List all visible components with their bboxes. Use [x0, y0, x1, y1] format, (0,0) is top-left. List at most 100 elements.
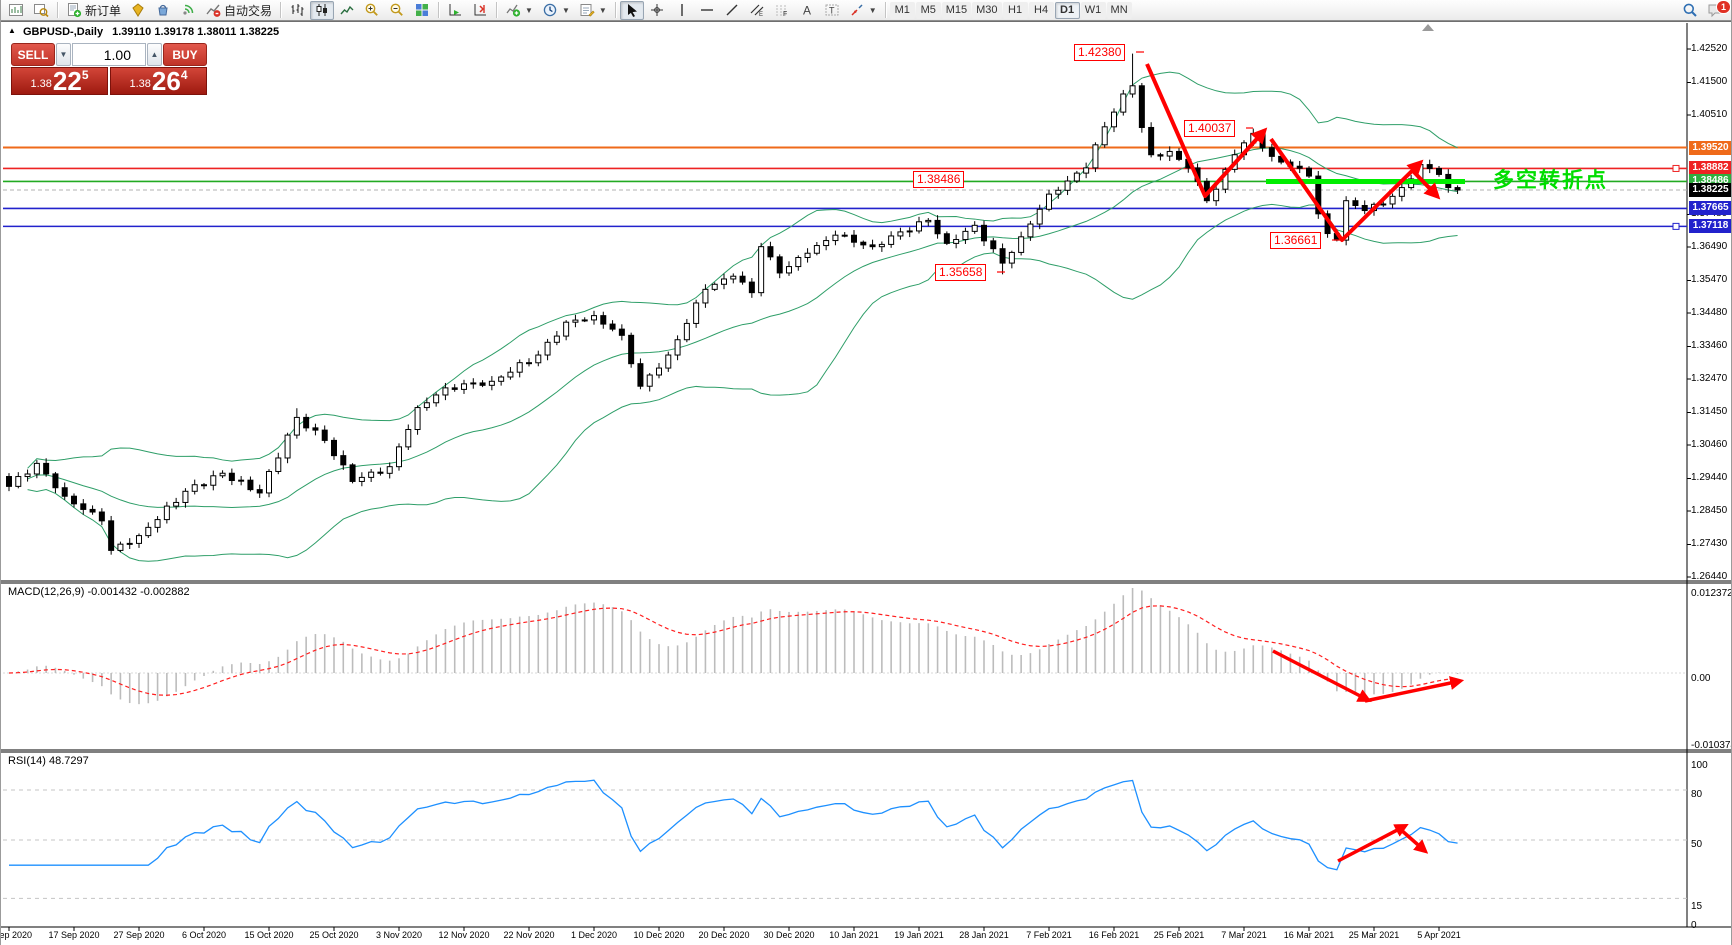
- mt4-window: 新订单 自动交易: [0, 0, 1732, 945]
- arrows-tool-icon: [849, 2, 865, 18]
- text-button[interactable]: A: [795, 1, 819, 20]
- trendline-icon: [724, 2, 740, 18]
- buy-price-pip: 4: [181, 68, 188, 82]
- candlestick-chart-button[interactable]: [310, 1, 334, 20]
- new-order-button[interactable]: 新订单: [62, 1, 125, 20]
- buy-button[interactable]: BUY: [163, 43, 207, 66]
- templates-button[interactable]: ▼: [575, 1, 611, 20]
- toolbar: 新订单 自动交易: [1, 0, 1731, 21]
- bar-chart-icon: [289, 2, 305, 18]
- timeframe-m1[interactable]: M1: [890, 2, 915, 19]
- profiles-icon: [33, 2, 49, 18]
- metaeditor-button[interactable]: [126, 1, 150, 20]
- timeframe-m30[interactable]: M30: [972, 2, 1001, 19]
- zoom-out-button[interactable]: [385, 1, 409, 20]
- cursor-button[interactable]: [620, 1, 644, 20]
- text-icon: A: [799, 2, 815, 18]
- buy-price-prefix: 1.38: [129, 78, 150, 90]
- equidistant-channel-icon: E: [749, 2, 765, 18]
- sell-price-pip: 5: [82, 68, 89, 82]
- chart-shift-button[interactable]: [468, 1, 492, 20]
- sell-price[interactable]: 1.38 22 5: [11, 67, 108, 95]
- tile-windows-icon: [414, 2, 430, 18]
- toolbar-separator: [280, 2, 281, 18]
- volume-decrease-button[interactable]: ▼: [56, 43, 71, 66]
- buy-price[interactable]: 1.38 26 4: [110, 67, 207, 95]
- profiles-button[interactable]: [29, 1, 53, 20]
- timeframe-h1[interactable]: H1: [1003, 2, 1028, 19]
- dropdown-arrow-icon: ▼: [525, 6, 533, 15]
- metaeditor-icon: [130, 2, 146, 18]
- crosshair-button[interactable]: [645, 1, 669, 20]
- notifications-button[interactable]: 1: [1703, 1, 1728, 20]
- line-chart-button[interactable]: [335, 1, 359, 20]
- timeframe-m15[interactable]: M15: [942, 2, 971, 19]
- volume-input[interactable]: 1.00: [72, 43, 146, 66]
- new-chart-button[interactable]: [4, 1, 28, 20]
- line-chart-icon: [339, 2, 355, 18]
- periods-button[interactable]: ▼: [538, 1, 574, 20]
- autotrading-icon: [205, 2, 221, 18]
- timeframe-d1[interactable]: D1: [1055, 2, 1080, 19]
- trendline-button[interactable]: [720, 1, 744, 20]
- toolbar-separator: [438, 2, 439, 18]
- timeframe-h4[interactable]: H4: [1029, 2, 1054, 19]
- horizontal-line-button[interactable]: [695, 1, 719, 20]
- search-button[interactable]: [1678, 1, 1702, 20]
- autotrading-label: 自动交易: [224, 2, 272, 19]
- dropdown-arrow-icon: ▼: [599, 6, 607, 15]
- chart-shift-icon: [472, 2, 488, 18]
- toolbar-separator: [615, 2, 616, 18]
- vertical-line-icon: [674, 2, 690, 18]
- volume-increase-button[interactable]: ▲: [147, 43, 162, 66]
- market-button[interactable]: [151, 1, 175, 20]
- timeframe-mn[interactable]: MN: [1107, 2, 1132, 19]
- svg-text:E: E: [759, 12, 763, 18]
- buy-price-main: 26: [152, 70, 181, 93]
- timeframe-m5[interactable]: M5: [916, 2, 941, 19]
- cursor-icon: [624, 2, 640, 18]
- templates-icon: [579, 2, 595, 18]
- text-label-button[interactable]: T: [820, 1, 844, 20]
- timeframe-w1[interactable]: W1: [1081, 2, 1106, 19]
- bar-chart-button[interactable]: [285, 1, 309, 20]
- toolbar-separator: [496, 2, 497, 18]
- fibonacci-icon: F: [774, 2, 790, 18]
- crosshair-icon: [649, 2, 665, 18]
- zoom-out-icon: [389, 2, 405, 18]
- dropdown-arrow-icon: ▼: [562, 6, 570, 15]
- toolbar-separator: [57, 2, 58, 18]
- vertical-line-button[interactable]: [670, 1, 694, 20]
- svg-text:A: A: [803, 4, 811, 18]
- zoom-in-button[interactable]: [360, 1, 384, 20]
- market-icon: [155, 2, 171, 18]
- tile-windows-button[interactable]: [410, 1, 434, 20]
- signals-button[interactable]: [176, 1, 200, 20]
- sell-price-main: 22: [53, 70, 82, 93]
- fibonacci-button[interactable]: F: [770, 1, 794, 20]
- horizontal-line-icon: [699, 2, 715, 18]
- dropdown-arrow-icon: ▼: [869, 6, 877, 15]
- one-click-trading-panel: SELL ▼ 1.00 ▲ BUY 1.38 22 5 1.38 26 4: [11, 43, 207, 95]
- notification-badge: 1: [1716, 0, 1731, 14]
- auto-scroll-icon: [447, 2, 463, 18]
- text-label-icon: T: [824, 2, 840, 18]
- chart-canvas[interactable]: [1, 21, 1732, 945]
- sell-button[interactable]: SELL: [11, 43, 55, 66]
- indicators-icon: [505, 2, 521, 18]
- indicators-button[interactable]: ▼: [501, 1, 537, 20]
- new-order-label: 新订单: [85, 2, 121, 19]
- svg-text:F: F: [783, 11, 787, 18]
- svg-text:T: T: [829, 6, 835, 16]
- timeframe-group: M1M5M15M30H1H4D1W1MN: [890, 2, 1132, 19]
- zoom-in-icon: [364, 2, 380, 18]
- autotrading-button[interactable]: 自动交易: [201, 1, 276, 20]
- auto-scroll-button[interactable]: [443, 1, 467, 20]
- panel-frames: [1, 21, 1732, 945]
- periods-clock-icon: [542, 2, 558, 18]
- chart-stage[interactable]: ▲ GBPUSD-,Daily 1.39110 1.39178 1.38011 …: [1, 21, 1732, 945]
- arrows-tool-button[interactable]: ▼: [845, 1, 881, 20]
- signals-icon: [180, 2, 196, 18]
- sell-price-prefix: 1.38: [30, 78, 51, 90]
- equidistant-channel-button[interactable]: E: [745, 1, 769, 20]
